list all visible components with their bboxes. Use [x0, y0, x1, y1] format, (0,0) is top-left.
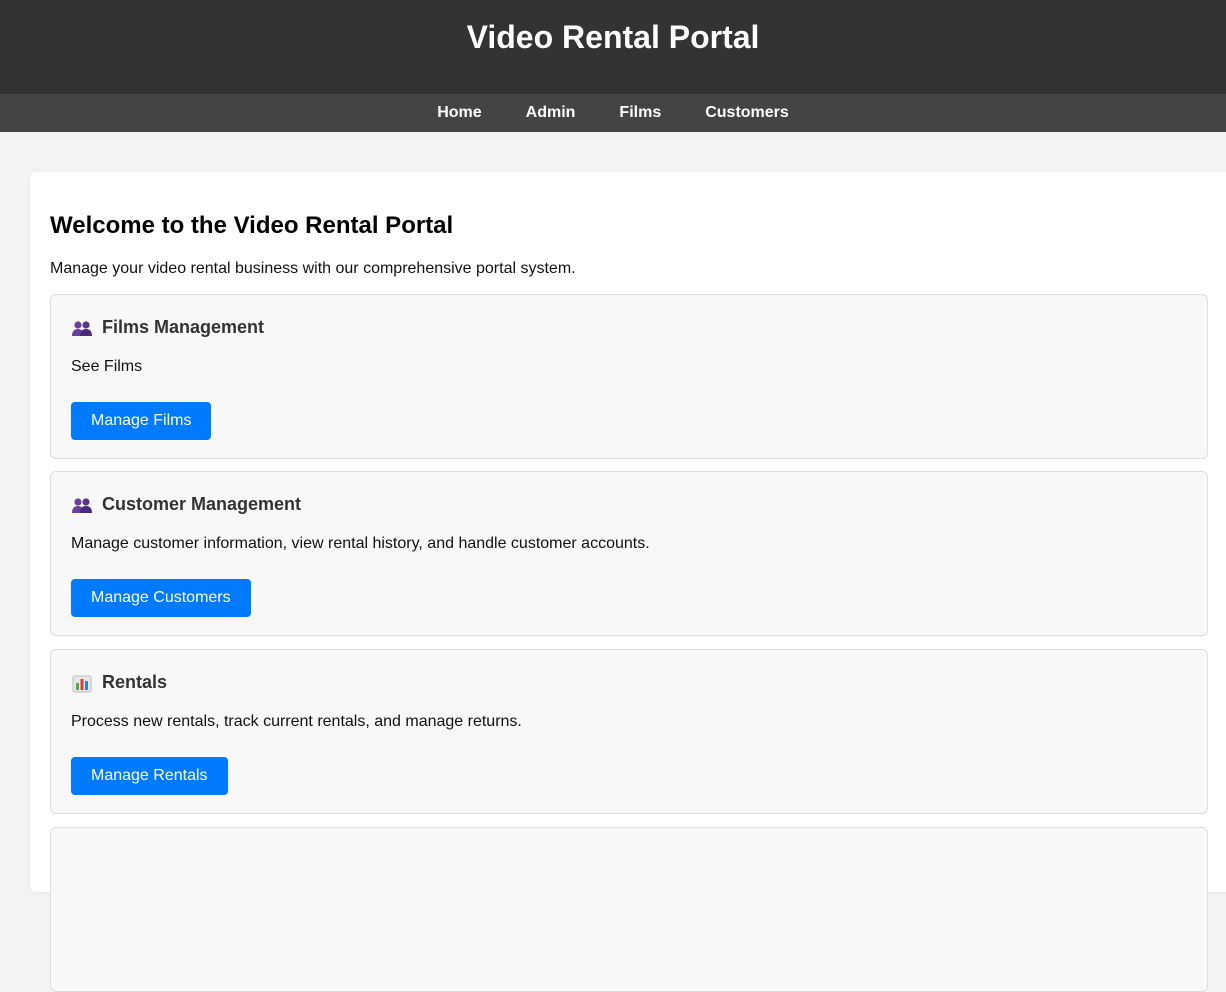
- films-management-card: Films Management See Films Manage Films: [50, 294, 1208, 459]
- site-title: Video Rental Portal: [466, 19, 760, 55]
- card-title: Rentals: [71, 672, 167, 693]
- main-container: Welcome to the Video Rental Portal Manag…: [30, 172, 1226, 992]
- users-icon: [71, 320, 93, 338]
- nav-link-admin[interactable]: Admin: [526, 104, 576, 122]
- nav-link-customers[interactable]: Customers: [705, 104, 789, 122]
- card-description: See Films: [71, 358, 143, 375]
- rentals-card: Rentals Process new rentals, track curre…: [50, 649, 1208, 814]
- page-heading: Welcome to the Video Rental Portal: [50, 212, 454, 239]
- customer-management-card: Customer Management Manage customer info…: [50, 471, 1208, 636]
- card-description: Process new rentals, track current renta…: [71, 713, 522, 730]
- manage-rentals-button[interactable]: Manage Rentals: [71, 757, 228, 795]
- manage-films-button[interactable]: Manage Films: [71, 402, 212, 440]
- card-title-text: Films Management: [102, 317, 265, 337]
- nav-link-films[interactable]: Films: [619, 104, 661, 122]
- card-title-text: Customer Management: [102, 494, 302, 514]
- card-description: Manage customer information, view rental…: [71, 535, 650, 552]
- nav-link-home[interactable]: Home: [437, 104, 481, 122]
- manage-customers-button[interactable]: Manage Customers: [71, 579, 251, 617]
- intro-text: Manage your video rental business with o…: [50, 260, 576, 277]
- users-icon: [71, 497, 93, 515]
- site-header: Video Rental Portal: [0, 0, 1226, 94]
- card-title: Films Management: [71, 317, 264, 338]
- bar-chart-icon: [71, 675, 93, 693]
- card-title: Customer Management: [71, 494, 301, 515]
- nav-bar: Home Admin Films Customers: [0, 94, 1226, 132]
- next-card: [50, 827, 1208, 992]
- card-title-text: Rentals: [102, 672, 168, 692]
